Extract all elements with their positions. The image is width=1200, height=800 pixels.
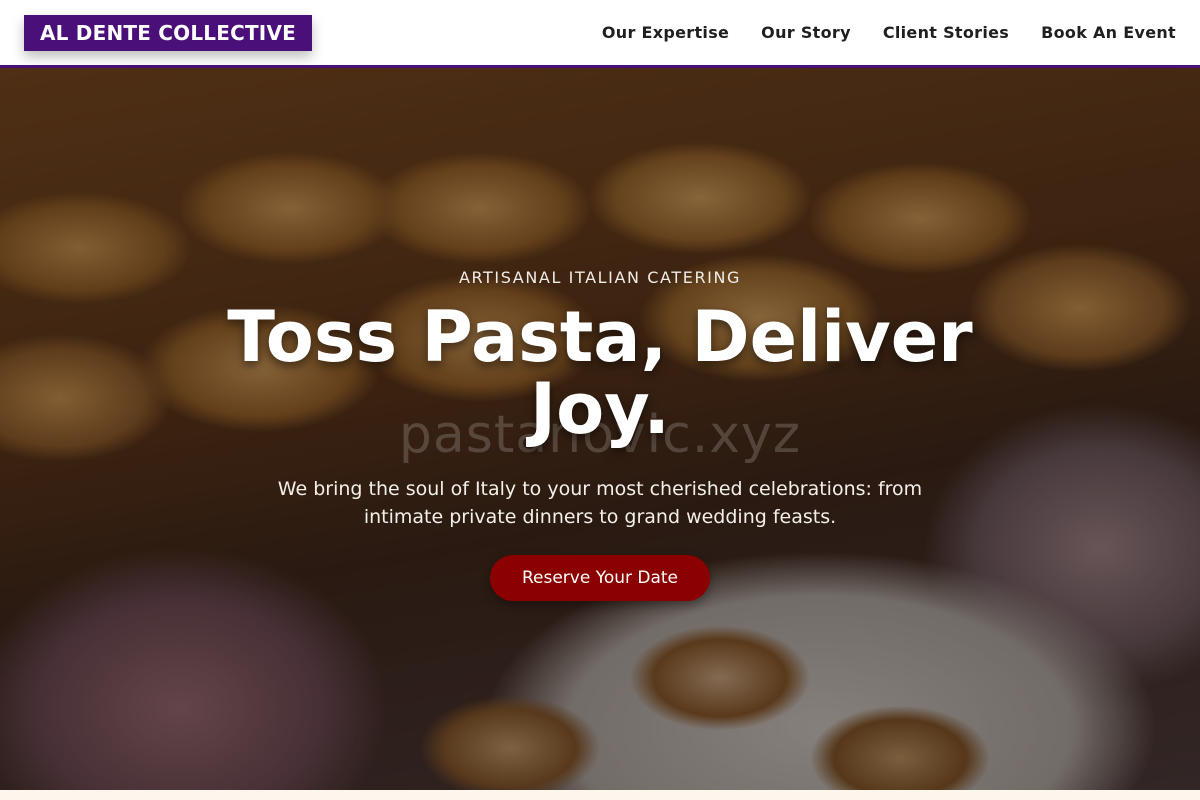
brand-logo[interactable]: AL DENTE COLLECTIVE <box>24 14 312 51</box>
hero-headline: Toss Pasta, Deliver Joy. <box>227 296 973 450</box>
nav-link-our-story[interactable]: Our Story <box>761 23 851 42</box>
hero-subcopy: We bring the soul of Italy to your most … <box>277 478 923 528</box>
nav-link-client-stories[interactable]: Client Stories <box>883 23 1009 42</box>
site-header: AL DENTE COLLECTIVE Our Expertise Our St… <box>0 0 1200 68</box>
reserve-date-button[interactable]: Reserve Your Date <box>489 555 711 601</box>
nav-link-our-expertise[interactable]: Our Expertise <box>602 23 729 42</box>
main-nav: Our Expertise Our Story Client Stories B… <box>602 23 1176 42</box>
nav-link-book-an-event[interactable]: Book An Event <box>1041 23 1176 42</box>
hero-content: ARTISANAL ITALIAN CATERING Toss Pasta, D… <box>0 68 1200 790</box>
hero-eyebrow: ARTISANAL ITALIAN CATERING <box>458 268 742 287</box>
hero-section: pastanovic.xyz ARTISANAL ITALIAN CATERIN… <box>0 68 1200 790</box>
page-bottom-strip <box>0 790 1200 800</box>
